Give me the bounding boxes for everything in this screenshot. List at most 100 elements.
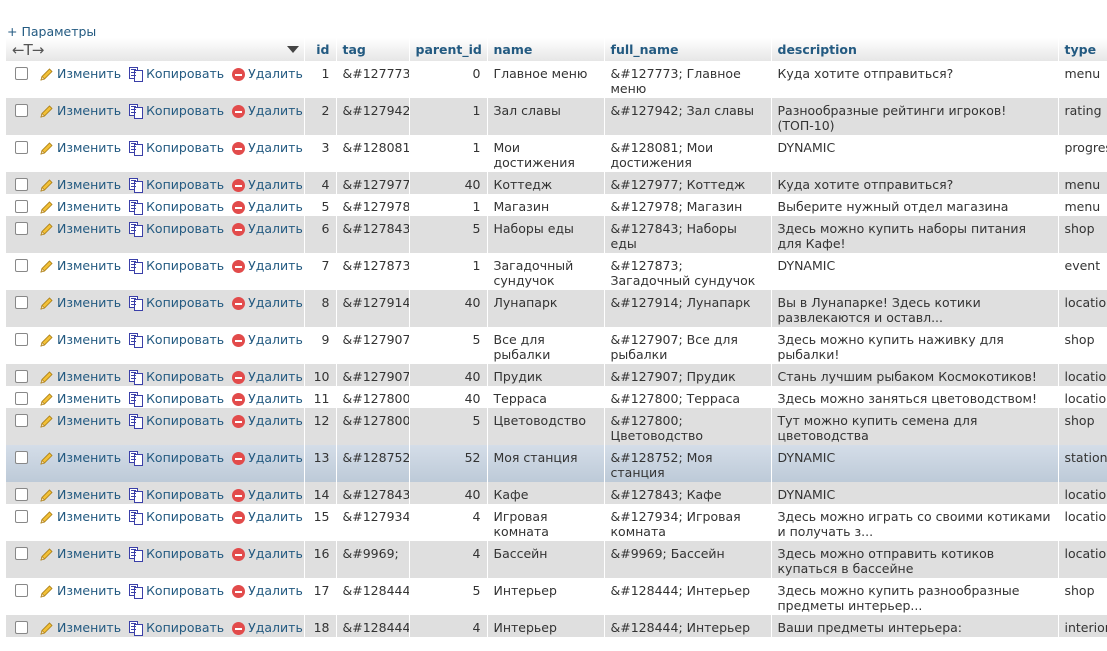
cell-full-name[interactable]: &#127907; Прудик	[604, 364, 772, 386]
cell-id[interactable]: 8	[304, 290, 337, 327]
cell-full-name[interactable]: &#128081; Мои достижения	[604, 135, 772, 172]
copy-link[interactable]: Копировать	[129, 103, 224, 119]
cell-tag[interactable]: &#128081;	[336, 135, 410, 172]
cell-id[interactable]: 17	[304, 578, 337, 615]
table-row[interactable]: Изменить Копировать Удалить 15 &#127934; 4 Игр…	[6, 504, 1107, 541]
cell-description[interactable]: Куда хотите отправиться?	[771, 172, 1059, 194]
cell-name[interactable]: Прудик	[487, 364, 605, 386]
cell-id[interactable]: 2	[304, 98, 337, 135]
cell-full-name[interactable]: &#9969; Бассейн	[604, 541, 772, 578]
delete-link[interactable]: Удалить	[232, 450, 303, 465]
cell-parent-id[interactable]: 1	[409, 194, 488, 216]
row-checkbox[interactable]	[15, 67, 28, 80]
row-checkbox[interactable]	[15, 584, 28, 597]
cell-full-name[interactable]: &#127773; Главное меню	[604, 61, 772, 98]
copy-link[interactable]: Копировать	[129, 258, 224, 274]
delete-link[interactable]: Удалить	[232, 546, 303, 561]
copy-link[interactable]: Копировать	[129, 177, 224, 193]
cell-tag[interactable]: &#128444;	[336, 578, 410, 615]
edit-link[interactable]: Изменить	[40, 369, 121, 384]
cell-type[interactable]: location	[1058, 386, 1107, 408]
column-resize-arrows-icon[interactable]: ←T→	[12, 41, 44, 59]
cell-id[interactable]: 15	[304, 504, 337, 541]
cell-type[interactable]: menu	[1058, 172, 1107, 194]
cell-tag[interactable]: &#127907;	[336, 327, 410, 364]
copy-link[interactable]: Копировать	[129, 487, 224, 503]
cell-name[interactable]: Интерьер	[487, 615, 605, 637]
cell-full-name[interactable]: &#127942; Зал славы	[604, 98, 772, 135]
row-checkbox[interactable]	[15, 392, 28, 405]
copy-link[interactable]: Копировать	[129, 221, 224, 237]
copy-link[interactable]: Копировать	[129, 413, 224, 429]
cell-full-name[interactable]: &#127843; Кафе	[604, 482, 772, 504]
row-checkbox[interactable]	[15, 451, 28, 464]
copy-link[interactable]: Копировать	[129, 620, 224, 636]
cell-full-name[interactable]: &#128444; Интерьер	[604, 615, 772, 637]
cell-type[interactable]: location	[1058, 364, 1107, 386]
delete-link[interactable]: Удалить	[232, 332, 303, 347]
cell-name[interactable]: Цветоводство	[487, 408, 605, 445]
cell-name[interactable]: Наборы еды	[487, 216, 605, 253]
cell-type[interactable]: location	[1058, 504, 1107, 541]
column-header-id[interactable]: id	[304, 38, 337, 61]
cell-description[interactable]: Здесь можно купить наживку для рыбалки!	[771, 327, 1059, 364]
edit-link[interactable]: Изменить	[40, 199, 121, 214]
table-row[interactable]: Изменить Копировать Удалить 8 &#127914; 40 Лун…	[6, 290, 1107, 327]
delete-link[interactable]: Удалить	[232, 199, 303, 214]
cell-type[interactable]: station	[1058, 445, 1107, 482]
delete-link[interactable]: Удалить	[232, 140, 303, 155]
cell-full-name[interactable]: &#127914; Лунапарк	[604, 290, 772, 327]
cell-description[interactable]: Здесь можно отправить котиков купаться в…	[771, 541, 1059, 578]
cell-tag[interactable]: &#128444;	[336, 615, 410, 637]
cell-id[interactable]: 11	[304, 386, 337, 408]
edit-link[interactable]: Изменить	[40, 258, 121, 273]
cell-parent-id[interactable]: 40	[409, 290, 488, 327]
cell-tag[interactable]: &#127873;	[336, 253, 410, 290]
copy-link[interactable]: Копировать	[129, 199, 224, 215]
cell-parent-id[interactable]: 5	[409, 578, 488, 615]
cell-type[interactable]: interior	[1058, 615, 1107, 637]
cell-tag[interactable]: &#127843;	[336, 482, 410, 504]
cell-parent-id[interactable]: 1	[409, 253, 488, 290]
row-checkbox[interactable]	[15, 414, 28, 427]
cell-name[interactable]: Терраса	[487, 386, 605, 408]
cell-description[interactable]: Тут можно купить семена для цветоводства	[771, 408, 1059, 445]
copy-link[interactable]: Копировать	[129, 546, 224, 562]
row-checkbox[interactable]	[15, 510, 28, 523]
cell-type[interactable]: shop	[1058, 408, 1107, 445]
row-checkbox[interactable]	[15, 222, 28, 235]
cell-name[interactable]: Коттедж	[487, 172, 605, 194]
cell-parent-id[interactable]: 4	[409, 615, 488, 637]
cell-id[interactable]: 13	[304, 445, 337, 482]
cell-id[interactable]: 1	[304, 61, 337, 98]
column-header-type[interactable]: type	[1058, 38, 1107, 61]
edit-link[interactable]: Изменить	[40, 450, 121, 465]
cell-type[interactable]: menu	[1058, 194, 1107, 216]
cell-description[interactable]: Вы в Лунапарке! Здесь котики развлекаютс…	[771, 290, 1059, 327]
column-header-tag[interactable]: tag	[336, 38, 410, 61]
cell-full-name[interactable]: &#127873; Загадочный сундучок	[604, 253, 772, 290]
table-row[interactable]: Изменить Копировать Удалить 2 &#127942; 1 Зал …	[6, 98, 1107, 135]
table-row[interactable]: Изменить Копировать Удалить 7 &#127873; 1 Зага…	[6, 253, 1107, 290]
table-row[interactable]: Изменить Копировать Удалить 13 &#128752; 52 Мо…	[6, 445, 1107, 482]
cell-id[interactable]: 7	[304, 253, 337, 290]
delete-link[interactable]: Удалить	[232, 369, 303, 384]
copy-link[interactable]: Копировать	[129, 295, 224, 311]
cell-parent-id[interactable]: 1	[409, 98, 488, 135]
cell-description[interactable]: Здесь можно играть со своими котиками и …	[771, 504, 1059, 541]
cell-description[interactable]: Ваши предметы интерьера:	[771, 615, 1059, 637]
delete-link[interactable]: Удалить	[232, 620, 303, 635]
cell-type[interactable]: rating	[1058, 98, 1107, 135]
cell-name[interactable]: Загадочный сундучок	[487, 253, 605, 290]
edit-link[interactable]: Изменить	[40, 103, 121, 118]
table-row[interactable]: Изменить Копировать Удалить 16 &#9969; 4 Бассе…	[6, 541, 1107, 578]
sort-dropdown-icon[interactable]	[287, 46, 299, 53]
cell-full-name[interactable]: &#127800; Цветоводство	[604, 408, 772, 445]
table-row[interactable]: Изменить Копировать Удалить 12 &#127800; 5 Цве…	[6, 408, 1107, 445]
delete-link[interactable]: Удалить	[232, 413, 303, 428]
cell-name[interactable]: Лунапарк	[487, 290, 605, 327]
cell-parent-id[interactable]: 52	[409, 445, 488, 482]
cell-description[interactable]: Куда хотите отправиться?	[771, 61, 1059, 98]
cell-parent-id[interactable]: 40	[409, 172, 488, 194]
edit-link[interactable]: Изменить	[40, 620, 121, 635]
